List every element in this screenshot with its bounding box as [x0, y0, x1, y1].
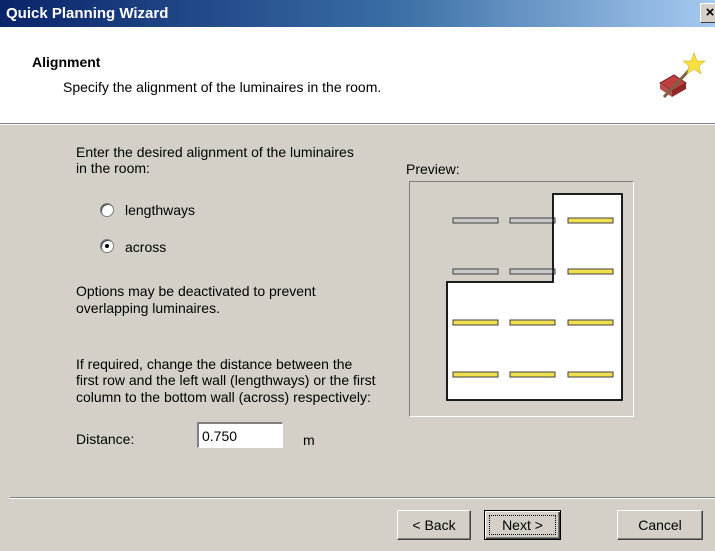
radio-across-label[interactable]: across [125, 239, 166, 255]
footer-separator [10, 497, 715, 499]
distance-help-line1: If required, change the distance between… [76, 356, 353, 372]
luminaire-active [567, 217, 614, 224]
luminaire-active [509, 319, 556, 326]
note-text-line2: overlapping luminaires. [76, 300, 220, 316]
close-button[interactable]: × [700, 3, 715, 23]
distance-unit: m [303, 432, 315, 448]
room-preview [446, 193, 623, 401]
preview-frame [409, 181, 634, 417]
radio-lengthways[interactable] [100, 203, 114, 217]
window-title: Quick Planning Wizard [6, 5, 169, 22]
preview-label: Preview: [406, 161, 460, 177]
wizard-header: Alignment Specify the alignment of the l… [0, 27, 715, 124]
page-subtitle: Specify the alignment of the luminaires … [63, 79, 382, 95]
intro-text-line2: in the room: [76, 160, 150, 176]
title-bar: Quick Planning Wizard × [0, 0, 715, 27]
luminaire-inactive [452, 268, 499, 275]
distance-help-line3: column to the bottom wall (across) respe… [76, 389, 371, 405]
distance-input[interactable] [197, 422, 283, 448]
page-title: Alignment [32, 54, 101, 70]
distance-label: Distance: [76, 431, 135, 447]
luminaire-active [567, 319, 614, 326]
intro-text-line1: Enter the desired alignment of the lumin… [76, 144, 354, 160]
header-divider [0, 124, 715, 125]
next-button[interactable]: Next > [484, 510, 561, 540]
luminaire-active [452, 319, 499, 326]
luminaire-active [452, 371, 499, 378]
luminaire-inactive [452, 217, 499, 224]
distance-help-line2: first row and the left wall (lengthways)… [76, 372, 376, 388]
luminaire-inactive [509, 268, 556, 275]
note-text-line1: Options may be deactivated to prevent [76, 283, 316, 299]
luminaire-active [567, 268, 614, 275]
radio-lengthways-label[interactable]: lengthways [125, 202, 195, 218]
luminaire-inactive [509, 217, 556, 224]
luminaire-active [509, 371, 556, 378]
cancel-button[interactable]: Cancel [617, 510, 703, 540]
back-button[interactable]: < Back [397, 510, 471, 540]
wizard-wand-icon [659, 52, 706, 99]
luminaire-active [567, 371, 614, 378]
focus-rect [489, 515, 556, 535]
radio-across[interactable] [100, 239, 114, 253]
